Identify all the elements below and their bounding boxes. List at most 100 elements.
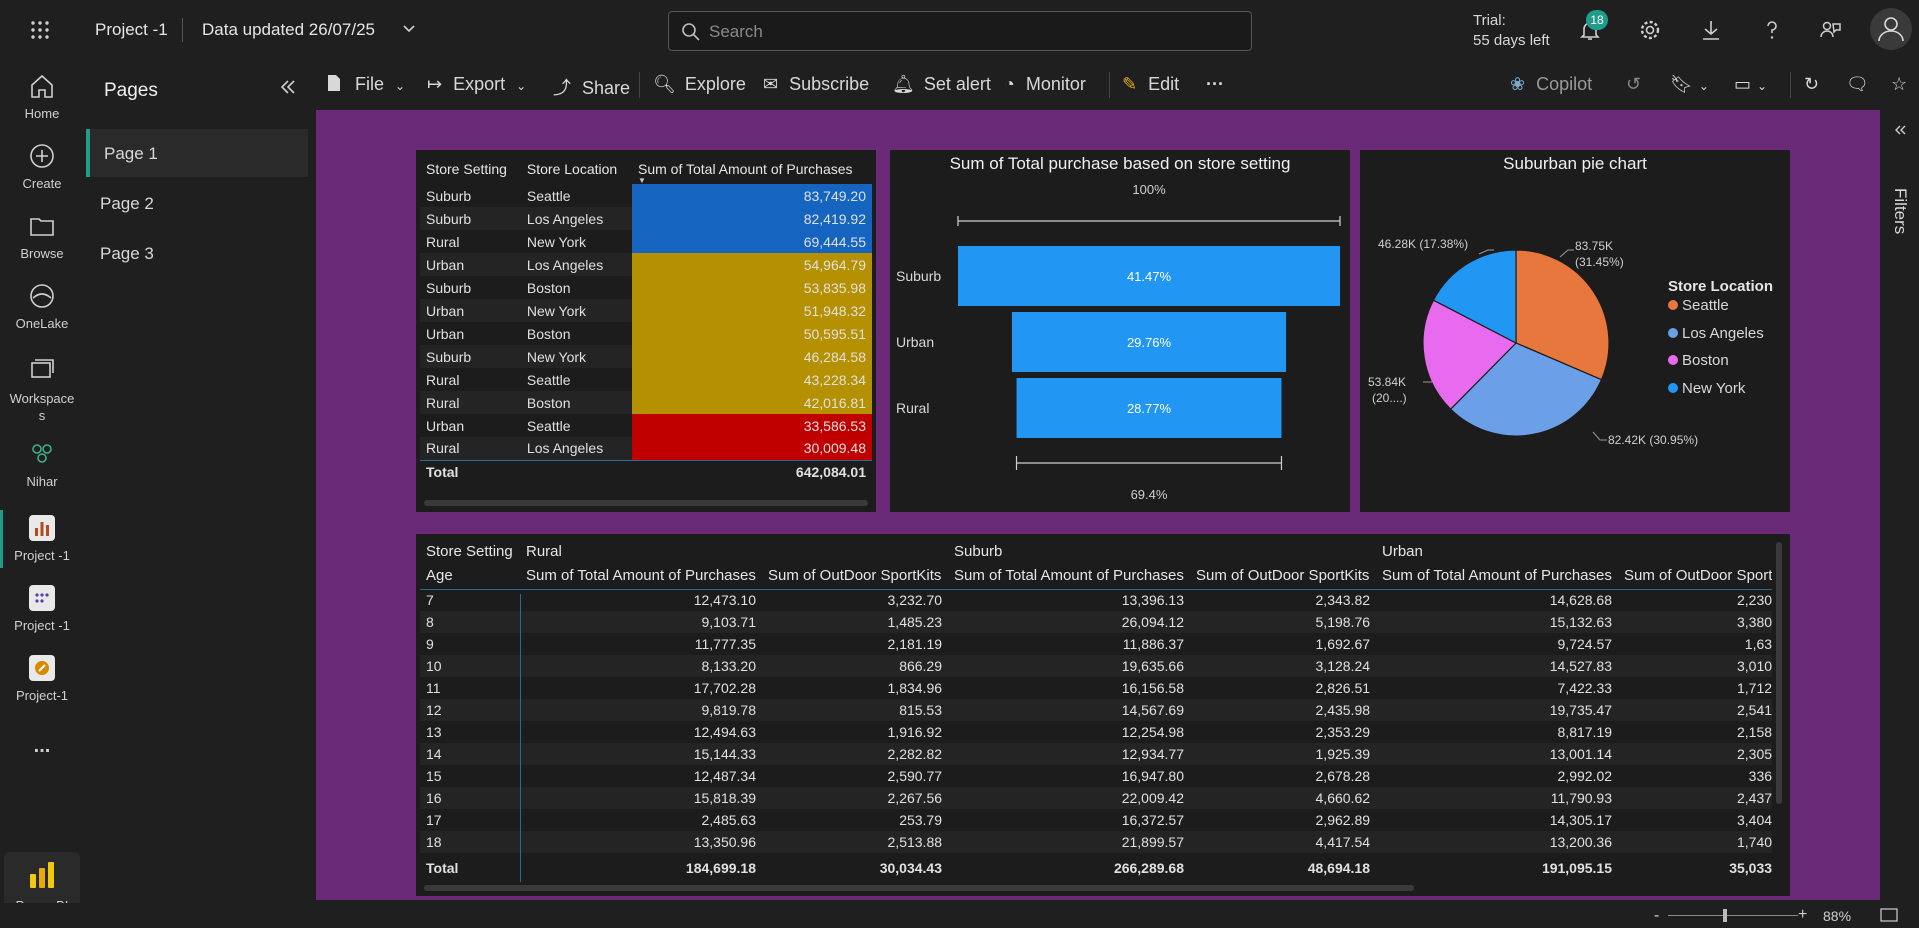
table-row[interactable]: Suburb Seattle 83,749.20 xyxy=(420,184,872,207)
suburban-pie-chart[interactable]: Suburban pie chart 83.75K (31.45%) 82.42K … xyxy=(1360,150,1790,512)
col-header-sum-total[interactable]: Sum of Total Amount of Purchases xyxy=(632,154,872,184)
col-header-store-setting[interactable]: Store Setting xyxy=(420,154,521,184)
nav-home[interactable]: Home xyxy=(0,70,84,121)
matrix-row[interactable]: 15 12,487.34 2,590.77 16,947.80 2,678.28 2,99… xyxy=(420,765,1772,787)
nav-nihar[interactable]: Nihar xyxy=(0,438,84,489)
matrix-col-rural-sportkits[interactable]: Sum of OutDoor SportKits xyxy=(762,563,948,589)
matrix-row[interactable]: 8 9,103.71 1,485.23 26,094.12 5,198.76 15,132… xyxy=(420,611,1773,633)
table-row[interactable]: Rural Los Angeles 30,009.48 xyxy=(420,437,872,460)
legend-item[interactable]: Los Angeles xyxy=(1668,325,1764,342)
matrix-col-urban-total[interactable]: Sum of Total Amount of Purchases xyxy=(1376,563,1618,589)
col-header-store-location[interactable]: Store Location xyxy=(521,154,632,184)
nav-workspaces[interactable]: Workspaces xyxy=(0,354,84,424)
matrix-row[interactable]: 9 11,777.35 2,181.19 11,886.37 1,692.67 9,724… xyxy=(420,633,1772,655)
table-row[interactable]: Urban Seattle 33,586.53 xyxy=(420,414,872,437)
matrix-row[interactable]: 7 12,473.10 3,232.70 13,396.13 2,343.82 14,62… xyxy=(420,589,1772,611)
account-avatar[interactable] xyxy=(1870,8,1912,50)
legend-item[interactable]: New York xyxy=(1668,380,1745,397)
zoom-slider[interactable] xyxy=(1668,909,1798,922)
trial-status[interactable]: Trial: 55 days left xyxy=(1473,11,1550,51)
page-tab-2[interactable]: Page 2 xyxy=(86,179,308,227)
view-mode-icon[interactable]: ▭ ⌄ xyxy=(1734,74,1767,95)
table-row[interactable]: Rural Boston 42,016.81 xyxy=(420,391,872,414)
download-icon[interactable] xyxy=(1699,18,1723,42)
more-options-button[interactable]: ··· xyxy=(1206,74,1224,95)
refresh-icon[interactable]: ↻ xyxy=(1804,74,1819,95)
expand-filters-icon[interactable] xyxy=(1893,124,1907,136)
matrix-col-suburb-total[interactable]: Sum of Total Amount of Purchases xyxy=(948,563,1190,589)
table-row[interactable]: Urban Boston 50,595.51 xyxy=(420,322,872,345)
nav-project-report[interactable]: Project -1 xyxy=(0,512,84,563)
table-row[interactable]: Urban New York 51,948.32 xyxy=(420,299,872,322)
matrix-row-header-age[interactable]: Age xyxy=(420,563,520,589)
share-button[interactable]: ⤴ Share xyxy=(553,74,630,100)
matrix-horizontal-scrollbar[interactable] xyxy=(424,885,1414,891)
nav-browse[interactable]: Browse xyxy=(0,210,84,261)
table-row[interactable]: Suburb Los Angeles 82,419.92 xyxy=(420,207,872,230)
matrix-row-header-setting[interactable]: Store Setting xyxy=(420,540,520,563)
nav-project-dashboard[interactable]: Project -1 xyxy=(0,582,84,633)
settings-gear-icon[interactable] xyxy=(1638,18,1662,42)
zoom-in-button[interactable]: + xyxy=(1798,906,1807,924)
fit-to-page-icon[interactable] xyxy=(1880,908,1898,922)
help-icon[interactable] xyxy=(1760,18,1784,42)
data-updated-label[interactable]: Data updated 26/07/25 xyxy=(202,20,375,40)
horizontal-scrollbar[interactable] xyxy=(424,500,868,506)
reset-icon[interactable]: ↺ xyxy=(1626,74,1641,95)
matrix-group-urban[interactable]: Urban xyxy=(1376,540,1772,563)
chevron-down-icon[interactable] xyxy=(402,24,416,34)
page-tab-3[interactable]: Page 3 xyxy=(86,229,308,277)
matrix-row[interactable]: 13 12,494.63 1,916.92 12,254.98 2,353.29 8,81… xyxy=(420,721,1772,743)
export-menu-button[interactable]: ↦ Export ⌄ xyxy=(427,74,526,95)
age-matrix[interactable]: Store Setting Rural Suburb Urban Age Sum… xyxy=(416,534,1790,896)
table-row[interactable]: Suburb Boston 53,835.98 xyxy=(420,276,872,299)
matrix-col-rural-total[interactable]: Sum of Total Amount of Purchases xyxy=(520,563,762,589)
nav-project-model[interactable]: Project-1 xyxy=(0,652,84,703)
file-menu-button[interactable]: File ⌄ xyxy=(326,74,405,95)
monitor-button[interactable]: ◔ Monitor xyxy=(1004,74,1086,95)
search-input[interactable]: Search xyxy=(668,11,1252,51)
comment-icon[interactable]: 🗨︎ xyxy=(1846,74,1869,95)
set-alert-button[interactable]: 🔔︎ Set alert xyxy=(892,74,991,95)
subscribe-button[interactable]: ✉ Subscribe xyxy=(763,74,869,95)
matrix-col-urban-sportkits[interactable]: Sum of OutDoor SportKits xyxy=(1618,563,1772,589)
matrix-row[interactable]: 14 15,144.33 2,282.82 12,934.77 1,925.39 13,0… xyxy=(420,743,1773,765)
matrix-row[interactable]: 12 9,819.78 815.53 14,567.69 2,435.98 19,735.… xyxy=(420,699,1773,721)
store-purchases-table[interactable]: Store Setting Store Location Sum of Tota… xyxy=(416,150,876,512)
nav-more-button[interactable]: ... xyxy=(0,735,84,758)
share-feedback-icon[interactable] xyxy=(1819,18,1843,42)
zoom-slider-thumb[interactable] xyxy=(1723,909,1727,922)
favorite-star-icon[interactable]: ☆ xyxy=(1891,74,1907,95)
page-tab-1[interactable]: Page 1 xyxy=(86,129,308,177)
matrix-group-suburb[interactable]: Suburb xyxy=(948,540,1376,563)
zoom-out-button[interactable]: - xyxy=(1654,907,1659,925)
collapse-pages-icon[interactable] xyxy=(278,77,298,97)
matrix-row[interactable]: 18 13,350.96 2,513.88 21,899.57 4,417.54 13,2… xyxy=(420,831,1773,853)
table-row[interactable]: Suburb New York 46,284.58 xyxy=(420,345,872,368)
nav-create[interactable]: Create xyxy=(0,140,84,191)
matrix-row[interactable]: 10 8,133.20 866.29 19,635.66 3,128.24 14,527.… xyxy=(420,655,1773,677)
explore-button[interactable]: 🔍︎ Explore xyxy=(653,74,746,95)
legend-item[interactable]: Seattle xyxy=(1668,297,1729,314)
table-row[interactable]: Rural Seattle 43,228.34 xyxy=(420,368,872,391)
matrix-row[interactable]: 17 2,485.63 253.79 16,372.57 2,962.89 14,305.… xyxy=(420,809,1772,831)
matrix-row[interactable]: 11 17,702.28 1,834.96 16,156.58 2,826.51 7,42… xyxy=(420,677,1772,699)
matrix-col-suburb-sportkits[interactable]: Sum of OutDoor SportKits xyxy=(1190,563,1376,589)
zoom-level[interactable]: 88% xyxy=(1823,908,1851,924)
table-row[interactable]: Urban Los Angeles 54,964.79 xyxy=(420,253,872,276)
bookmark-icon[interactable]: 🔖︎ ⌄ xyxy=(1670,74,1709,95)
filters-label[interactable]: Filters xyxy=(1890,188,1910,234)
app-launcher-icon[interactable] xyxy=(30,20,50,40)
legend-item[interactable]: Boston xyxy=(1668,352,1729,369)
copilot-button[interactable]: ❀ Copilot xyxy=(1510,74,1592,95)
matrix-row[interactable]: 16 15,818.39 2,267.56 22,009.42 4,660.62 11,7… xyxy=(420,787,1773,809)
table-row[interactable]: Rural New York 69,444.55 xyxy=(420,230,872,253)
nav-onelake[interactable]: OneLake xyxy=(0,280,84,331)
filters-pane[interactable]: Filters xyxy=(1880,110,1919,900)
matrix-cell: 2,282.82 xyxy=(762,743,949,765)
edit-button[interactable]: ✎ Edit xyxy=(1122,74,1179,95)
matrix-group-rural[interactable]: Rural xyxy=(520,540,948,563)
app-title[interactable]: Project -1 xyxy=(95,20,168,40)
vertical-scrollbar[interactable] xyxy=(1776,542,1782,804)
store-setting-funnel-chart[interactable]: Sum of Total purchase based on store set… xyxy=(890,150,1350,512)
